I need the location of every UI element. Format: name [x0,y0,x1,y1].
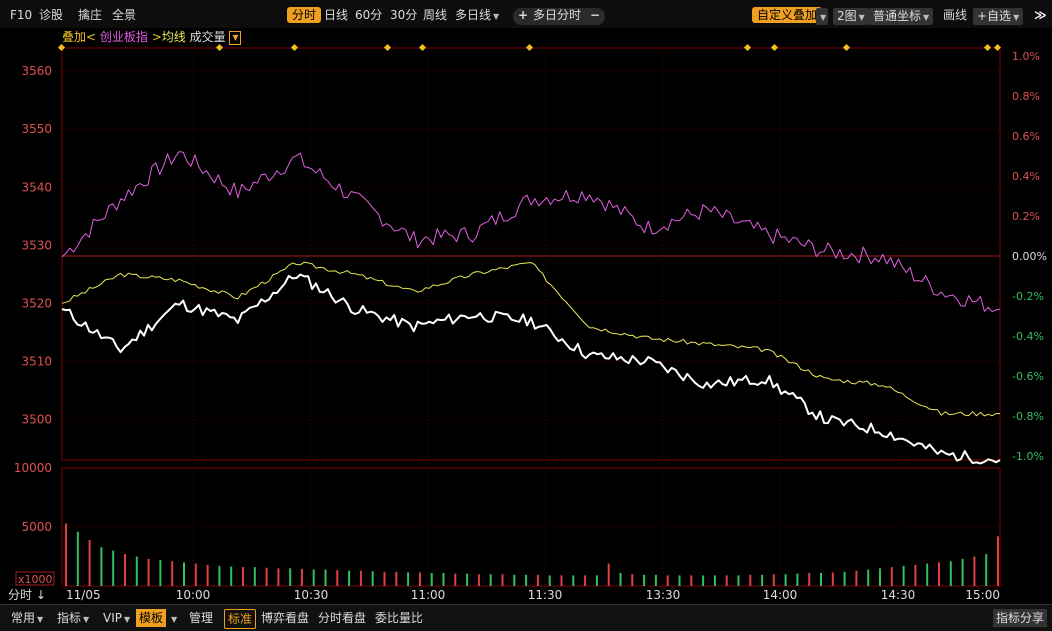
tab-standard[interactable]: 标准 [224,609,257,629]
event-marker-icon [770,43,779,52]
event-marker-icon [743,43,752,52]
event-marker-icon [418,43,427,52]
template-label: 模板 [139,611,164,625]
vip-label: VIP [103,611,122,625]
left-axis-label: 3550 [21,122,52,136]
template-dropdown[interactable]: 模板 [136,609,167,627]
time-axis-label: 14:00 [763,588,798,602]
tab-bid-volume-ratio[interactable]: 委比量比 [372,609,426,627]
event-marker-icon [525,43,534,52]
common-dropdown[interactable]: 常用 ▼ [8,609,46,627]
right-axis-label: 1.0% [1012,50,1040,63]
indicator-dropdown[interactable]: 指标 ▼ [54,609,92,627]
indicator-share-button[interactable]: 指标分享 [993,609,1048,627]
time-axis-label: 10:00 [176,588,211,602]
event-marker-icon [983,43,992,52]
time-axis-label: 11:00 [411,588,446,602]
chevron-down-icon: ▼ [83,615,90,624]
event-marker-icon [842,43,851,52]
left-axis-label: 3560 [21,64,52,78]
indicator-label: 指标 [57,611,82,625]
chevron-down-icon: ▼ [123,615,131,624]
right-axis-label: 0.6% [1012,130,1040,143]
left-axis-label: 3500 [21,412,52,426]
average-price-line [61,261,1001,417]
right-axis-label: -0.6% [1012,370,1044,383]
time-axis-label: 15:00 [965,588,1000,602]
time-axis-label: 11:30 [528,588,563,602]
manage-button[interactable]: 管理 [186,609,216,627]
chevron-down-icon: ▼ [37,615,44,624]
left-axis-label: 3520 [21,296,52,310]
volume-axis-label: 5000 [21,520,52,534]
left-axis-label: 3510 [21,354,52,368]
right-axis-label: -0.4% [1012,330,1044,343]
time-axis-label: 11/05 [66,588,101,602]
time-axis-label: 13:30 [646,588,681,602]
left-axis-label: 3540 [21,180,52,194]
time-mode-label: 分时 ↓ [8,588,46,602]
right-axis-label: 0.2% [1012,210,1040,223]
tab-game-watch[interactable]: 博弈看盘 [258,609,312,627]
volume-axis-label: 10000 [14,461,52,475]
volume-unit-label: x1000 [18,573,53,586]
tab-intraday-watch[interactable]: 分时看盘 [315,609,369,627]
vip-dropdown[interactable]: VIP ▼ [100,609,133,627]
left-axis-label: 3530 [21,238,52,252]
event-marker-icon [57,43,66,52]
event-marker-icon [215,43,224,52]
right-axis-label: 0.8% [1012,90,1040,103]
bottom-toolbar: 常用 ▼ 指标 ▼ VIP ▼ 模板 ▼ 管理 标准 博弈看盘 分时看盘 委比量比 指… [0,604,1052,631]
right-axis-label: 0.00% [1012,250,1047,263]
chevron-down-icon[interactable]: ▼ [166,609,180,627]
right-axis-label: -0.2% [1012,290,1044,303]
right-axis-label: 0.4% [1012,170,1040,183]
event-marker-icon [290,43,299,52]
right-axis-label: -0.8% [1012,410,1044,423]
intraday-chart[interactable]: 3560 3550 3540 3530 3520 3510 3500 1.0% 0.8% 0.6%… [0,0,1052,604]
common-label: 常用 [11,611,36,625]
price-panel-frame [61,47,1001,461]
time-axis-label: 14:30 [881,588,916,602]
event-marker-icon [383,43,392,52]
right-axis-label: -1.0% [1012,450,1044,463]
time-axis-label: 10:30 [294,588,329,602]
